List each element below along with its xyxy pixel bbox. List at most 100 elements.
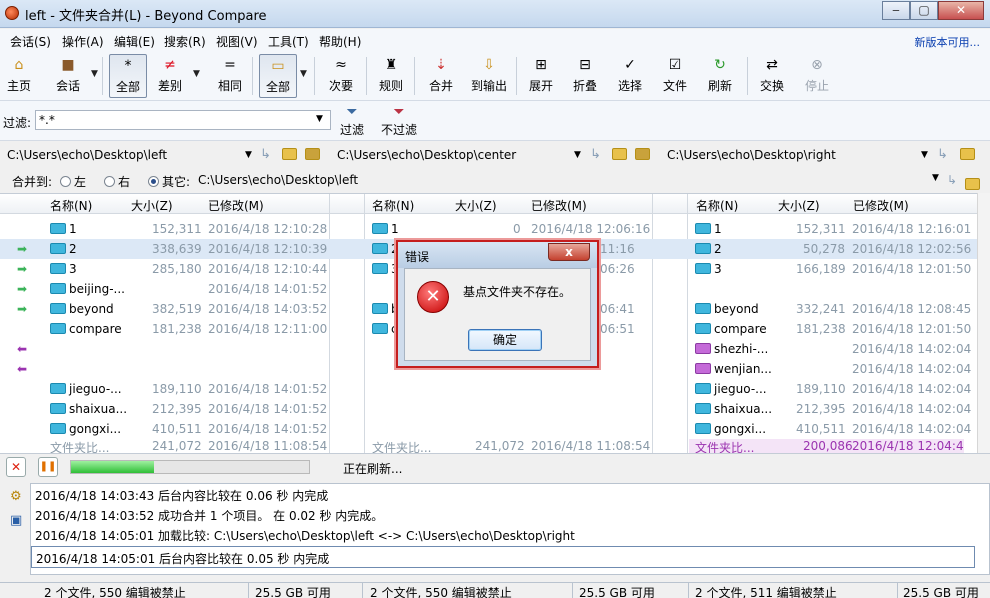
panels-scrollbar[interactable] — [977, 193, 990, 453]
table-row[interactable]: compare 181,238 2016/4/18 12:01:50 — [689, 319, 971, 339]
table-row[interactable]: ➡ 2 338,639 2016/4/18 12:10:39 — [0, 239, 330, 259]
table-row[interactable]: shezhi-... 2016/4/18 14:02:04 — [689, 339, 971, 359]
table-row[interactable]: wenjian... 2016/4/18 14:02:04 — [689, 359, 971, 379]
table-row[interactable]: 1 152,311 2016/4/18 12:16:01 — [689, 219, 971, 239]
stop-button[interactable]: ⊗ 停止 — [802, 54, 832, 98]
session-dropdown-icon[interactable]: ▼ — [91, 69, 98, 79]
close-button[interactable]: ✕ — [938, 1, 984, 20]
swap-button[interactable]: ⇄ 交换 — [757, 54, 787, 98]
right-path-dropdown-icon[interactable]: ▼ — [921, 150, 928, 160]
center-browse-folder-icon[interactable] — [612, 148, 627, 164]
minimize-button[interactable]: ‒ — [882, 1, 910, 20]
filter-dropdown-icon[interactable]: ▼ — [316, 114, 323, 124]
menu-session[interactable]: 会话(S) — [10, 33, 51, 50]
rules-button[interactable]: ♜ 规则 — [376, 54, 406, 98]
table-row[interactable]: 文件夹比... 241,072 2016/4/18 11:08:54 — [366, 439, 652, 453]
all-files-button[interactable]: ▭ 全部 — [259, 54, 297, 98]
refresh-button[interactable]: ↻ 刷新 — [705, 54, 735, 98]
table-row[interactable]: 2 50,278 2016/4/18 12:02:56 — [689, 239, 971, 259]
merge-left-radio[interactable]: 左 — [60, 173, 86, 190]
right-col-size[interactable]: 大小(Z) — [778, 197, 820, 214]
left-col-modified[interactable]: 已修改(M) — [208, 197, 264, 214]
menu-edit[interactable]: 编辑(E) — [114, 33, 155, 50]
session-button[interactable]: ■ 会话 — [48, 54, 88, 98]
table-row[interactable]: 1 0 2016/4/18 12:06:16 — [366, 219, 652, 239]
menu-bar: 会话(S) 操作(A) 编辑(E) 搜索(R) 视图(V) 工具(T) 帮助(H… — [0, 29, 990, 51]
collapse-button[interactable]: ⊟ 折叠 — [570, 54, 600, 98]
table-row[interactable]: shaixua... 212,395 2016/4/18 14:02:04 — [689, 399, 971, 419]
menu-search[interactable]: 搜索(R) — [164, 33, 206, 50]
table-row[interactable]: jieguo-... 189,110 2016/4/18 14:02:04 — [689, 379, 971, 399]
table-row[interactable]: ⬅ — [0, 339, 330, 359]
table-row[interactable]: shaixua... 212,395 2016/4/18 14:01:52 — [0, 399, 330, 419]
menu-action[interactable]: 操作(A) — [62, 33, 104, 50]
to-output-button[interactable]: ⇩ 到输出 — [469, 54, 509, 98]
no-filter-button[interactable]: ⏷ 不过滤 — [379, 103, 419, 139]
files-dropdown-icon[interactable]: ▼ — [300, 69, 307, 79]
table-row[interactable]: beyond 332,241 2016/4/18 12:08:45 — [689, 299, 971, 319]
left-path-input[interactable]: C:\Users\echo\Desktop\left — [4, 146, 260, 166]
right-free-space: 25.5 GB 可用 — [903, 586, 979, 598]
filter-button[interactable]: ⏷ 过滤 — [338, 103, 366, 139]
center-col-size[interactable]: 大小(Z) — [455, 197, 497, 214]
table-row[interactable]: ➡ beyond 382,519 2016/4/18 14:03:52 — [0, 299, 330, 319]
diff-dropdown-icon[interactable]: ▼ — [193, 69, 200, 79]
minor-button[interactable]: ≈ 次要 — [326, 54, 356, 98]
maximize-button[interactable]: ▢ — [910, 1, 938, 20]
menu-tools[interactable]: 工具(T) — [268, 33, 309, 50]
right-up-icon[interactable]: ↳ — [937, 148, 948, 162]
table-row[interactable]: 文件夹比... 241,072 2016/4/18 11:08:54 — [0, 439, 330, 453]
right-browse-folder-icon[interactable] — [960, 148, 975, 164]
table-row[interactable]: gongxi... 410,511 2016/4/18 14:01:52 — [0, 419, 330, 439]
menu-help[interactable]: 帮助(H) — [319, 33, 361, 50]
merge-button[interactable]: ⇣ 合并 — [426, 54, 456, 98]
dialog-close-button[interactable]: x — [548, 243, 590, 261]
right-path-input[interactable]: C:\Users\echo\Desktop\right — [664, 146, 914, 166]
right-col-modified[interactable]: 已修改(M) — [853, 197, 909, 214]
center-col-modified[interactable]: 已修改(M) — [531, 197, 587, 214]
pause-button[interactable]: ❚❚ — [38, 457, 58, 477]
left-path-dropdown-icon[interactable]: ▼ — [245, 150, 252, 160]
table-row[interactable]: 1 152,311 2016/4/18 12:10:28 — [0, 219, 330, 239]
center-path-input[interactable]: C:\Users\echo\Desktop\center — [334, 146, 570, 166]
table-row[interactable]: ⬅ — [0, 359, 330, 379]
table-row[interactable]: ➡ beijing-... 2016/4/18 14:01:52 — [0, 279, 330, 299]
gear-icon[interactable]: ⚙ — [10, 489, 22, 504]
table-row[interactable]: gongxi... 410,511 2016/4/18 14:02:04 — [689, 419, 971, 439]
ok-button[interactable]: 确定 — [468, 329, 542, 351]
save-icon[interactable]: ▣ — [10, 513, 22, 528]
left-browse-folder-icon[interactable] — [282, 148, 297, 164]
center-folder-tree-icon[interactable] — [635, 148, 650, 164]
select-button[interactable]: ✓ 选择 — [615, 54, 645, 98]
merge-other-path[interactable]: C:\Users\echo\Desktop\left — [198, 173, 358, 187]
home-button[interactable]: ⌂ 主页 — [4, 54, 34, 98]
show-all-button[interactable]: * 全部 — [109, 54, 147, 98]
merge-up-icon[interactable]: ↳ — [947, 173, 957, 187]
right-col-name[interactable]: 名称(N) — [696, 197, 738, 214]
left-col-size[interactable]: 大小(Z) — [131, 197, 173, 214]
show-diff-button[interactable]: ≠ 差别 — [153, 54, 187, 98]
expand-button[interactable]: ⊞ 展开 — [526, 54, 556, 98]
left-folder-tree-icon[interactable] — [305, 148, 320, 164]
center-col-name[interactable]: 名称(N) — [372, 197, 414, 214]
show-same-button[interactable]: = 相同 — [213, 54, 247, 98]
stop-refresh-button[interactable]: ✕ — [6, 457, 26, 477]
folder-icon — [695, 223, 711, 234]
left-up-icon[interactable]: ↳ — [260, 148, 271, 162]
filter-input[interactable]: *.* — [35, 110, 331, 130]
new-version-link[interactable]: 新版本可用... — [915, 34, 981, 50]
merge-path-dropdown-icon[interactable]: ▼ — [932, 173, 939, 183]
center-path-dropdown-icon[interactable]: ▼ — [574, 150, 581, 160]
table-row[interactable]: compare 181,238 2016/4/18 12:11:00 — [0, 319, 330, 339]
files-button[interactable]: ☑ 文件 — [660, 54, 690, 98]
table-row[interactable]: jieguo-... 189,110 2016/4/18 14:01:52 — [0, 379, 330, 399]
merge-other-radio[interactable]: 其它: — [148, 173, 190, 190]
merge-right-radio[interactable]: 右 — [104, 173, 130, 190]
center-up-icon[interactable]: ↳ — [590, 148, 601, 162]
menu-view[interactable]: 视图(V) — [216, 33, 258, 50]
folder-icon — [372, 223, 388, 234]
left-col-name[interactable]: 名称(N) — [50, 197, 92, 214]
table-row[interactable]: ➡ 3 285,180 2016/4/18 12:10:44 — [0, 259, 330, 279]
table-row[interactable]: 3 166,189 2016/4/18 12:01:50 — [689, 259, 971, 279]
table-row[interactable]: 文件夹比... 200,086 2016/4/18 12:04:48 — [689, 439, 964, 453]
